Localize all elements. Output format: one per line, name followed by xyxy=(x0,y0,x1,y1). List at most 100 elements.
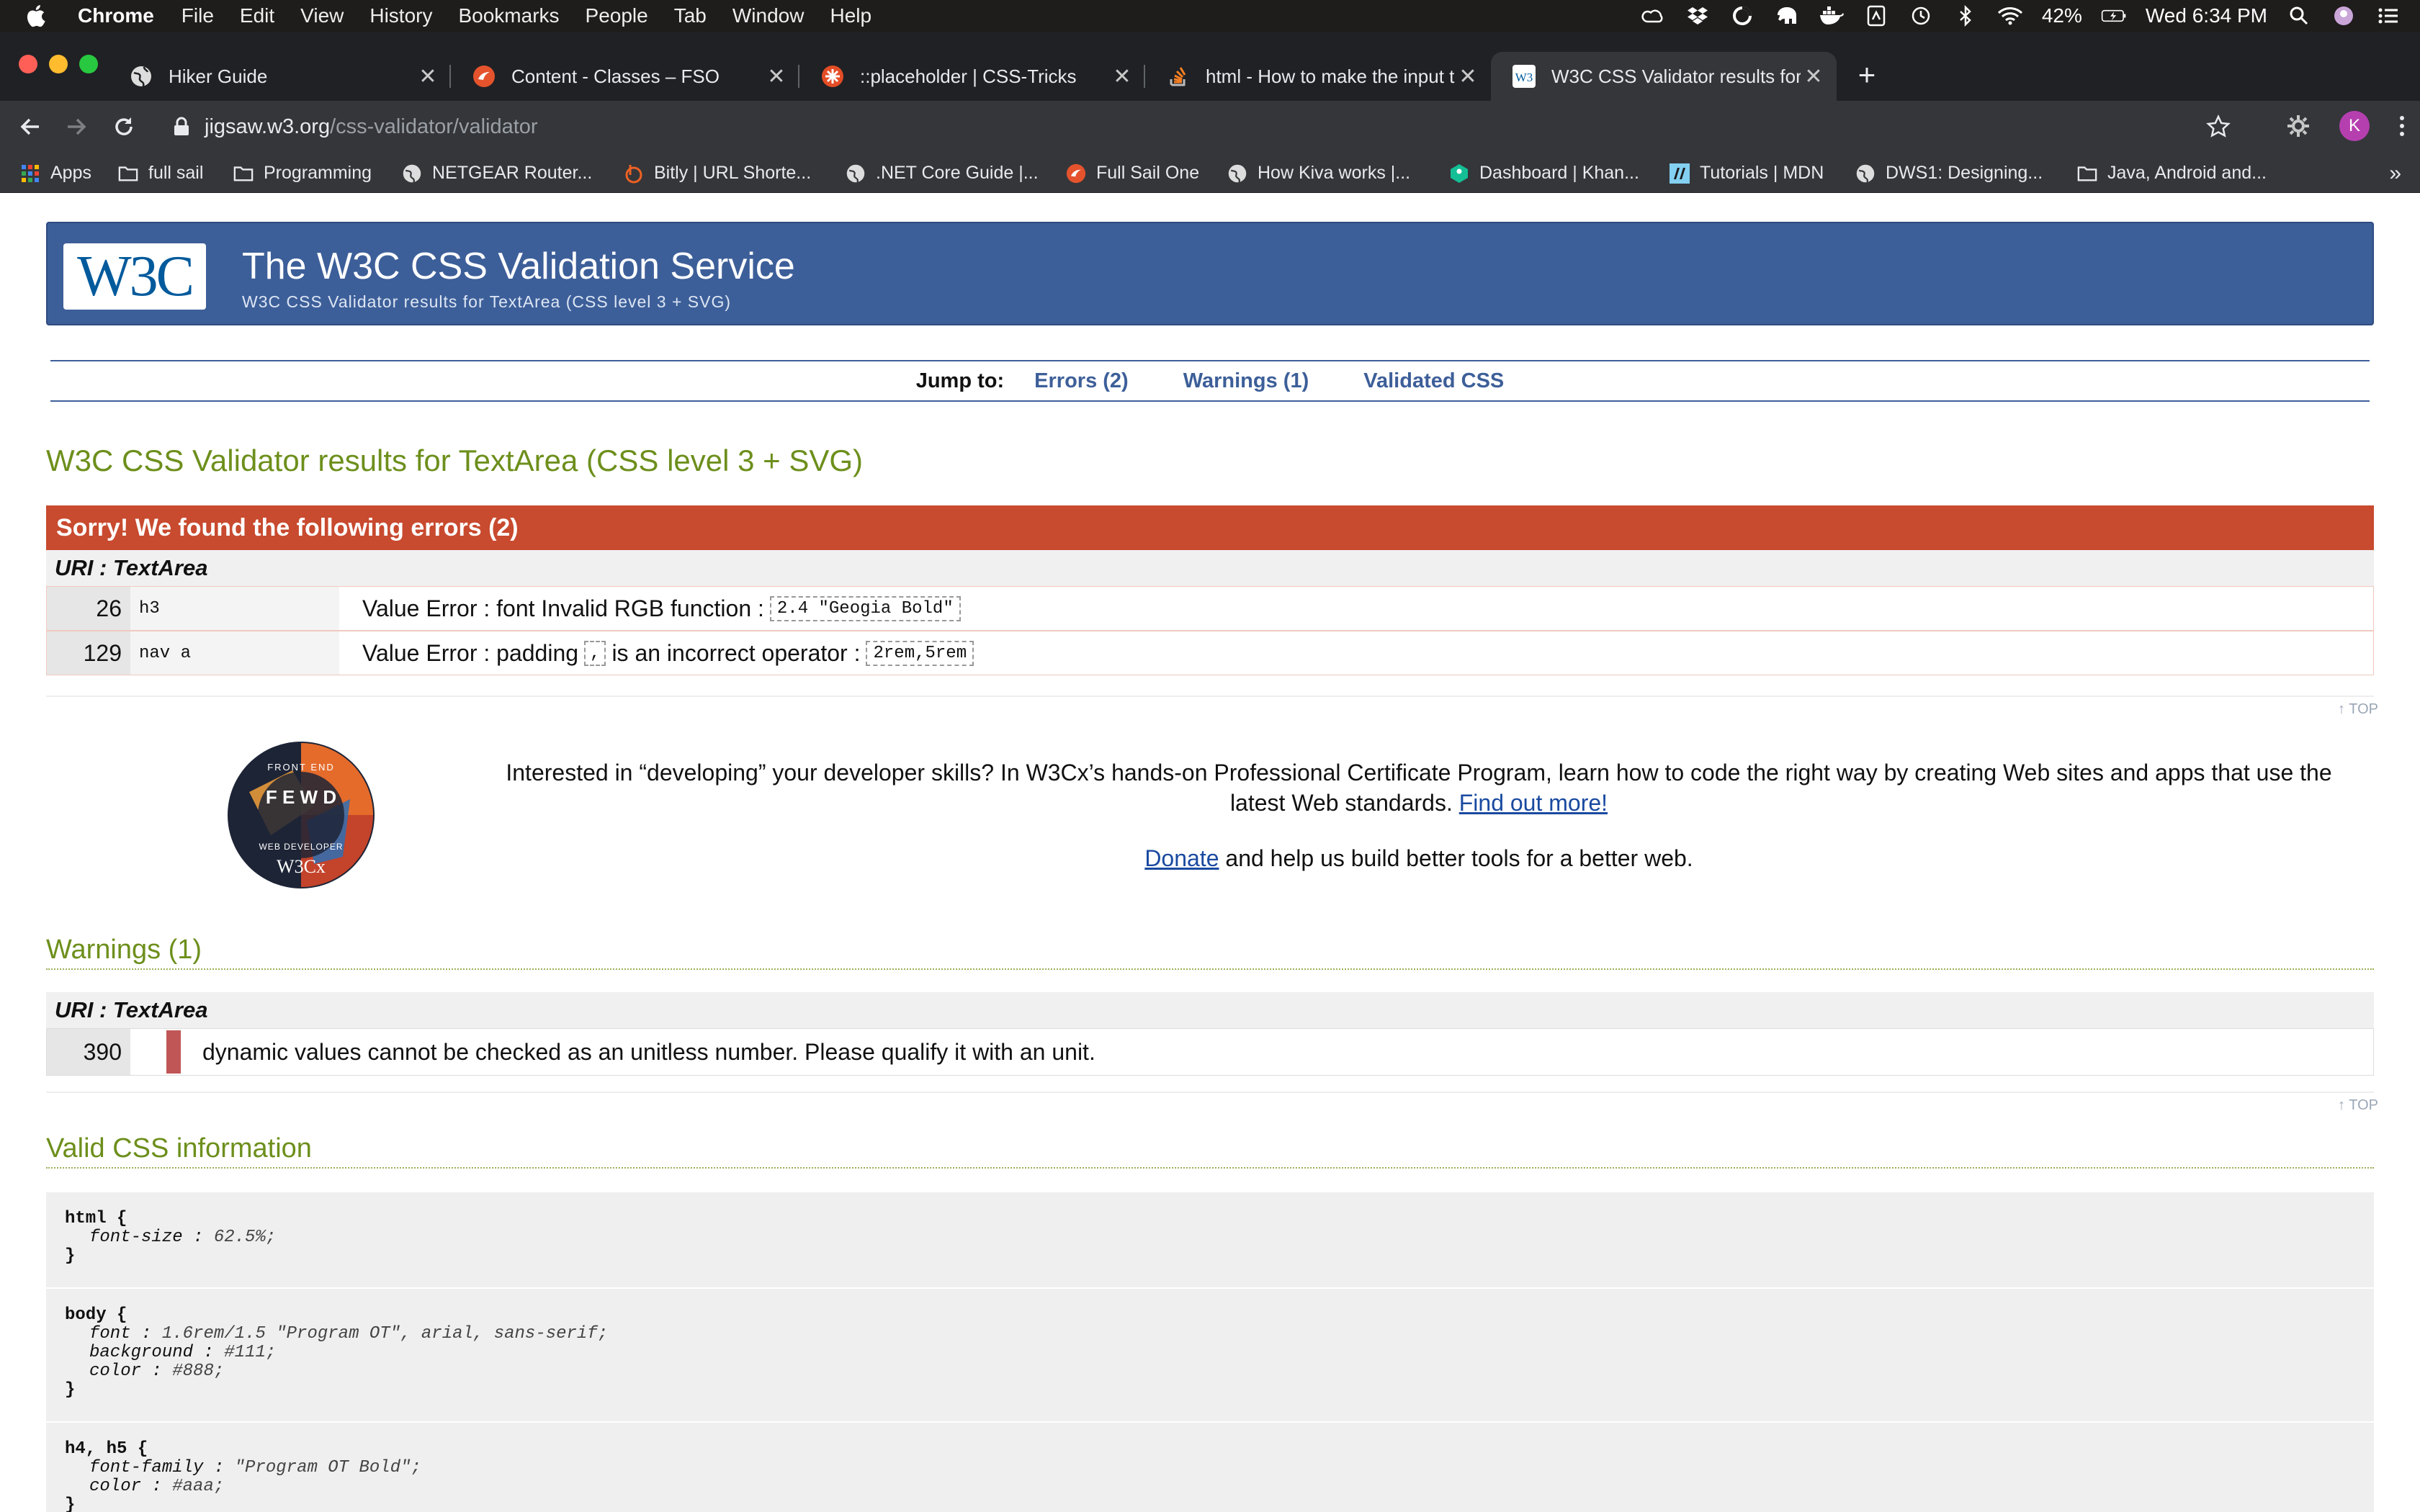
w3cx-fewd-badge[interactable]: F E W D FRONT END WEB DEVELOPER W3Cx xyxy=(228,742,375,888)
bookmarks-overflow-icon[interactable]: » xyxy=(2389,161,2401,186)
menu-file[interactable]: File xyxy=(182,4,214,27)
close-tab-icon[interactable]: ✕ xyxy=(1801,64,1827,89)
bookmark-dws1[interactable]: DWS1: Designing... xyxy=(1855,163,2043,184)
menu-history[interactable]: History xyxy=(369,4,432,27)
find-out-more-link[interactable]: Find out more! xyxy=(1459,790,1608,816)
close-window-button[interactable] xyxy=(19,55,37,73)
creative-cloud-icon[interactable] xyxy=(1640,5,1666,27)
bookmark-apps[interactable]: Apps xyxy=(20,163,91,184)
error-message-text: Value Error : padding xyxy=(362,639,579,666)
menu-view[interactable]: View xyxy=(300,4,344,27)
css-value: #aaa; xyxy=(172,1477,225,1496)
tab-content-classes[interactable]: Content - Classes – FSO ✕ xyxy=(451,52,799,101)
spotlight-search-icon[interactable] xyxy=(2286,5,2312,27)
bookmark-full-sail-one[interactable]: Full Sail One xyxy=(1066,163,1199,184)
jump-to-nav: Jump to: Errors (2) Warnings (1) Validat… xyxy=(50,360,2370,402)
notification-center-icon[interactable] xyxy=(2375,5,2401,27)
address-bar[interactable]: jigsaw.w3.org/css-validator/validator xyxy=(163,107,2237,147)
errors-uri: URI : TextArea xyxy=(46,550,2374,586)
css-close-brace: } xyxy=(65,1246,76,1266)
bookmark-mdn[interactable]: Tutorials | MDN xyxy=(1670,163,1824,184)
bookmark-star-icon[interactable] xyxy=(2205,114,2231,140)
elephant-icon[interactable] xyxy=(1774,5,1800,27)
error-message: Value Error : padding , is an incorrect … xyxy=(339,640,974,667)
bookmark-full-sail-folder[interactable]: full sail xyxy=(118,163,203,184)
profile-avatar[interactable]: K xyxy=(2339,111,2370,141)
menu-window[interactable]: Window xyxy=(732,4,805,27)
more-menu-icon[interactable] xyxy=(2398,114,2406,138)
zoom-window-button[interactable] xyxy=(79,55,98,73)
reload-button[interactable] xyxy=(109,112,138,141)
css-declaration: font-size : 62.5%; xyxy=(89,1228,277,1247)
css-value: #888; xyxy=(172,1362,225,1381)
jump-warnings-link[interactable]: Warnings (1) xyxy=(1183,369,1309,393)
back-button[interactable] xyxy=(16,112,45,141)
close-tab-icon[interactable]: ✕ xyxy=(1109,64,1135,89)
banner-title[interactable]: The W3C CSS Validation Service xyxy=(242,245,795,288)
extension-gear-icon[interactable] xyxy=(2286,114,2311,138)
promo-text: Interested in “developing” your develope… xyxy=(504,757,2334,818)
close-tab-icon[interactable]: ✕ xyxy=(415,64,441,89)
menu-help[interactable]: Help xyxy=(830,4,871,27)
tab-title: Hiker Guide xyxy=(169,65,268,87)
bookmark-java-android-folder[interactable]: Java, Android and... xyxy=(2077,163,2267,184)
close-tab-icon[interactable]: ✕ xyxy=(1455,64,1481,89)
docker-icon[interactable] xyxy=(1819,5,1845,27)
tab-stackoverflow[interactable]: html - How to make the input t ✕ xyxy=(1145,52,1491,101)
back-to-top-link[interactable]: ↑ TOP xyxy=(2338,1097,2378,1114)
user-account-icon[interactable] xyxy=(2331,5,2357,27)
forward-button[interactable] xyxy=(62,112,91,141)
bookmark-label: How Kiva works |... xyxy=(1258,163,1411,183)
back-to-top-link[interactable]: ↑ TOP xyxy=(2338,701,2378,718)
jump-errors-link[interactable]: Errors (2) xyxy=(1034,369,1129,393)
lock-icon[interactable] xyxy=(173,117,190,137)
menu-edit[interactable]: Edit xyxy=(240,4,274,27)
tab-css-tricks[interactable]: ::placeholder | CSS-Tricks ✕ xyxy=(799,52,1145,101)
menu-bookmarks[interactable]: Bookmarks xyxy=(458,4,559,27)
bookmark-netgear[interactable]: NETGEAR Router... xyxy=(402,163,592,184)
dropbox-icon[interactable] xyxy=(1685,5,1711,27)
bookmark-bitly[interactable]: Bitly | URL Shorte... xyxy=(624,163,811,184)
document-icon[interactable] xyxy=(1863,5,1889,27)
css-rule: h4, h5 { font-family : "Program OT Bold"… xyxy=(46,1423,2374,1512)
error-code-value: 2.4 "Geogia Bold" xyxy=(769,595,961,621)
bluetooth-icon[interactable] xyxy=(1953,5,1978,27)
menu-people[interactable]: People xyxy=(586,4,648,27)
menu-app-chrome[interactable]: Chrome xyxy=(78,4,154,27)
url-text: jigsaw.w3.org/css-validator/validator xyxy=(205,115,538,139)
bookmark-net-core[interactable]: .NET Core Guide |... xyxy=(846,163,1039,184)
css-property: font-family xyxy=(89,1458,204,1477)
minimize-window-button[interactable] xyxy=(49,55,68,73)
close-tab-icon[interactable]: ✕ xyxy=(763,64,789,89)
tab-title: W3C CSS Validator results for xyxy=(1551,65,1801,87)
clock[interactable]: Wed 6:34 PM xyxy=(2146,4,2267,27)
menu-tab[interactable]: Tab xyxy=(674,4,707,27)
donate-link[interactable]: Donate xyxy=(1144,845,1219,871)
error-operator: , xyxy=(584,640,606,666)
error-message-text: is an incorrect operator : xyxy=(611,639,861,666)
globe-icon xyxy=(1227,163,1247,184)
sync-circle-icon[interactable] xyxy=(1729,5,1755,27)
new-tab-button[interactable]: + xyxy=(1851,60,1883,92)
w3c-logo[interactable]: W3C xyxy=(63,243,206,310)
khan-icon xyxy=(1449,163,1469,184)
w3c-icon: W3 xyxy=(1512,65,1536,88)
css-selector: body { xyxy=(65,1305,127,1325)
globe-icon xyxy=(131,66,151,87)
badge-ring-top: FRONT END xyxy=(267,762,335,773)
apple-menu-icon[interactable] xyxy=(24,1,53,30)
wifi-icon[interactable] xyxy=(1997,5,2023,27)
bookmark-khan[interactable]: Dashboard | Khan... xyxy=(1449,163,1639,184)
tab-title: html - How to make the input t xyxy=(1206,65,1455,87)
tab-hiker-guide[interactable]: Hiker Guide ✕ xyxy=(108,52,451,101)
bookmark-kiva[interactable]: How Kiva works |... xyxy=(1227,163,1410,184)
donate-text: and help us build better tools for a bet… xyxy=(1225,845,1693,871)
warning-level-marker xyxy=(166,1030,181,1074)
battery-charging-icon[interactable] xyxy=(2101,5,2127,27)
time-machine-icon[interactable] xyxy=(1908,5,1934,27)
bookmark-programming-folder[interactable]: Programming xyxy=(233,163,372,184)
tab-w3c-validator[interactable]: W3 W3C CSS Validator results for ✕ xyxy=(1491,52,1837,101)
window-controls xyxy=(19,55,98,73)
jump-validated-css-link[interactable]: Validated CSS xyxy=(1363,369,1504,393)
globe-icon xyxy=(402,163,422,184)
